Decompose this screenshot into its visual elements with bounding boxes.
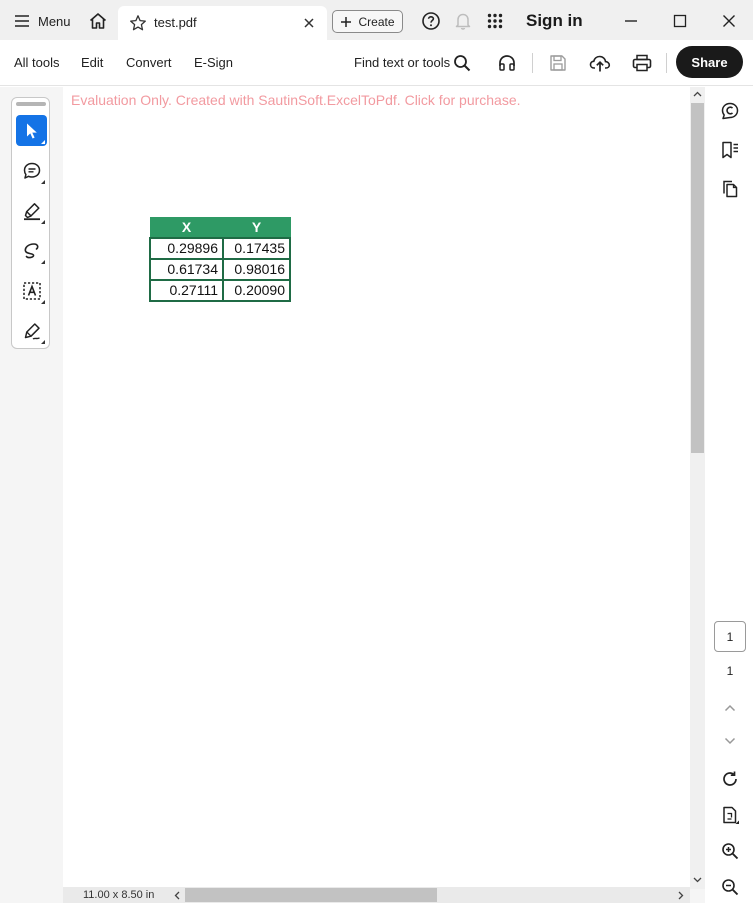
tool-options-indicator (41, 260, 45, 264)
data-table: X Y 0.29896 0.17435 0.61734 0.98016 0.27… (149, 217, 291, 302)
close-window-icon[interactable] (716, 8, 742, 34)
page-thumbnails-icon[interactable] (718, 177, 742, 201)
toolbar-divider (666, 53, 667, 73)
tool-options-indicator (41, 300, 45, 304)
select-tool[interactable] (16, 115, 47, 146)
tool-options-indicator (41, 180, 45, 184)
highlighter-icon (22, 201, 42, 221)
page-fit-icon[interactable] (718, 803, 742, 827)
column-header-y: Y (222, 217, 291, 238)
share-button[interactable]: Share (676, 46, 743, 78)
create-label: Create (358, 14, 395, 29)
text-box-icon (22, 281, 42, 301)
sign-tool[interactable] (16, 315, 47, 346)
minimize-icon[interactable] (618, 8, 644, 34)
main-toolbar: All tools Edit Convert E-Sign Find text … (0, 40, 753, 86)
highlight-tool[interactable] (16, 195, 47, 226)
table-cell: 0.17435 (222, 236, 291, 260)
total-pages-label: 1 (726, 664, 734, 678)
add-text-tool[interactable] (16, 275, 47, 306)
e-sign-menu[interactable]: E-Sign (194, 55, 233, 70)
toolbar-divider (532, 53, 533, 73)
zoom-in-icon[interactable] (718, 839, 742, 863)
chevron-down-icon[interactable] (718, 729, 742, 753)
table-cell: 0.98016 (222, 257, 291, 281)
document-tab[interactable]: test.pdf (118, 6, 327, 40)
scroll-down-arrow-icon[interactable] (692, 875, 703, 885)
home-button[interactable] (84, 7, 112, 35)
chevron-up-icon[interactable] (718, 696, 742, 720)
bell-icon[interactable] (451, 9, 475, 33)
scroll-up-arrow-icon[interactable] (692, 89, 703, 99)
search-icon[interactable] (450, 51, 474, 75)
sign-pen-icon (22, 321, 42, 341)
sign-in-link[interactable]: Sign in (526, 11, 583, 31)
tool-options-indicator (41, 140, 45, 144)
comment-tool[interactable] (16, 155, 47, 186)
star-icon[interactable] (128, 13, 148, 33)
all-tools-menu[interactable]: All tools (14, 55, 60, 70)
home-icon (88, 11, 108, 31)
table-cell: 0.27111 (149, 278, 224, 302)
quick-tools-rail (11, 97, 50, 349)
tool-options-indicator (41, 340, 45, 344)
title-bar: Menu test.pdf Create Sign in (0, 0, 753, 40)
save-icon[interactable] (546, 51, 570, 75)
select-cursor-icon (24, 122, 40, 140)
headphones-icon[interactable] (495, 51, 519, 75)
plus-icon (340, 16, 352, 28)
table-cell: 0.20090 (222, 278, 291, 302)
document-viewer: Evaluation Only. Created with SautinSoft… (0, 87, 753, 903)
table-cell: 0.61734 (149, 257, 224, 281)
table-cell: 0.29896 (149, 236, 224, 260)
rail-drag-handle[interactable] (16, 102, 46, 106)
comment-icon (22, 161, 42, 181)
right-panel-rail: 1 1 (705, 87, 753, 903)
zoom-out-icon[interactable] (718, 875, 742, 899)
vertical-scrollbar[interactable] (690, 87, 705, 889)
table-row: 0.61734 0.98016 (149, 257, 291, 281)
pdf-page: Evaluation Only. Created with SautinSoft… (63, 87, 690, 889)
maximize-icon[interactable] (667, 8, 693, 34)
column-header-x: X (149, 217, 224, 238)
print-icon[interactable] (630, 51, 654, 75)
table-row: 0.27111 0.20090 (149, 278, 291, 302)
horizontal-scroll-thumb[interactable] (185, 888, 437, 902)
vertical-scroll-thumb[interactable] (691, 103, 704, 453)
hamburger-menu-icon (14, 14, 30, 28)
menu-label: Menu (38, 13, 71, 29)
tool-options-indicator (41, 220, 45, 224)
bookmarks-icon[interactable] (718, 138, 742, 162)
menu-button[interactable]: Menu (8, 6, 77, 36)
close-tab-icon[interactable] (299, 13, 319, 33)
refresh-icon[interactable] (718, 767, 742, 791)
cloud-upload-icon[interactable] (588, 51, 612, 75)
table-row: 0.29896 0.17435 (149, 236, 291, 260)
find-text-or-tools[interactable]: Find text or tools (354, 55, 450, 70)
draw-tool[interactable] (16, 235, 47, 266)
scroll-left-arrow-icon[interactable] (171, 889, 183, 901)
ai-assistant-icon[interactable] (718, 99, 742, 123)
draw-freeform-icon (22, 241, 42, 261)
tab-title: test.pdf (154, 15, 197, 30)
horizontal-scrollbar[interactable]: 11.00 x 8.50 in (63, 887, 690, 903)
create-button[interactable]: Create (332, 10, 403, 33)
edit-menu[interactable]: Edit (81, 55, 103, 70)
scroll-right-arrow-icon[interactable] (675, 889, 687, 901)
table-header-row: X Y (149, 217, 291, 238)
page-size-label: 11.00 x 8.50 in (83, 889, 155, 901)
apps-grid-icon[interactable] (483, 9, 507, 33)
evaluation-watermark[interactable]: Evaluation Only. Created with SautinSoft… (71, 92, 521, 108)
help-icon[interactable] (419, 9, 443, 33)
convert-menu[interactable]: Convert (126, 55, 172, 70)
current-page-input[interactable]: 1 (714, 621, 746, 652)
